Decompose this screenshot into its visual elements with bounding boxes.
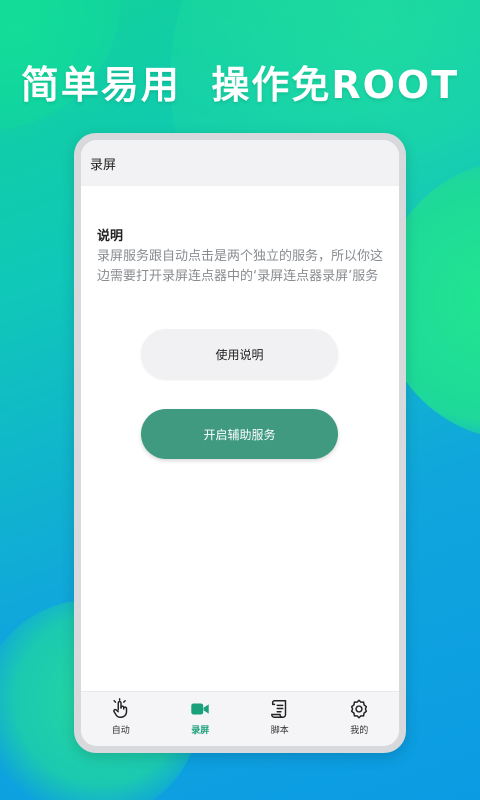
nav-item-script[interactable]: 脚本 [240,692,320,746]
gear-icon [351,699,368,719]
nav-label-record: 录屏 [191,726,210,736]
phone-frame: 录屏 说明 录屏服务跟自动点击是两个独立的服务，所以你这边需要打开录屏连点器中的… [74,133,406,753]
usage-guide-button[interactable]: 使用说明 [141,329,338,379]
hand-tap-icon [112,698,127,718]
video-camera-icon [191,703,209,715]
enable-accessibility-service-button[interactable]: 开启辅助服务 [141,409,338,459]
scroll-icon [270,700,286,718]
nav-item-mine[interactable]: 我的 [320,692,400,746]
app-screen: 录屏 说明 录屏服务跟自动点击是两个独立的服务，所以你这边需要打开录屏连点器中的… [81,140,399,746]
nav-item-auto[interactable]: 自动 [81,692,161,746]
nav-label-auto: 自动 [111,726,130,736]
nav-item-record[interactable]: 录屏 [161,692,241,746]
info-title: 说明 [97,229,124,244]
nav-label-mine: 我的 [350,726,369,736]
bottom-navigation: 自动 录屏 脚本 我的 [81,691,399,746]
nav-label-script: 脚本 [270,726,289,736]
promo-headline: 简单易用 操作免ROOT [20,63,460,107]
promo-background: 简单易用 操作免ROOT 录屏 说明 录屏服务跟自动点击是两个独立的服务，所以你… [0,0,480,800]
page-title: 录屏 [90,157,117,173]
info-description: 录屏服务跟自动点击是两个独立的服务，所以你这边需要打开录屏连点器中的‘录屏连点器… [97,249,384,284]
app-bar: 录屏 [81,140,399,186]
